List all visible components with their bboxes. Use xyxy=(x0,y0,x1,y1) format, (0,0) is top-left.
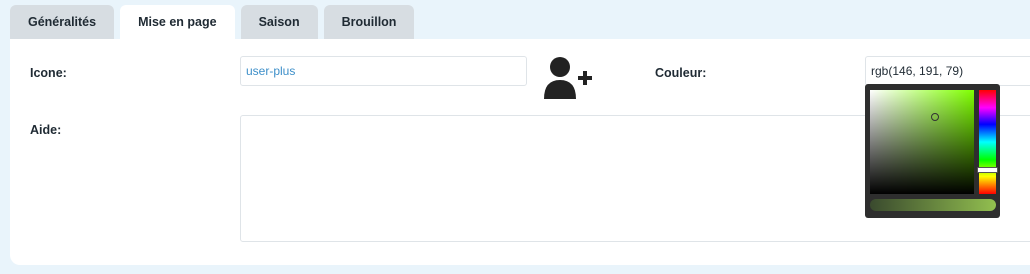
saturation-value-area[interactable] xyxy=(870,90,974,194)
hue-slider-handle[interactable] xyxy=(977,167,998,173)
tab-bar: Généralités Mise en page Saison Brouillo… xyxy=(10,5,420,39)
hue-slider[interactable] xyxy=(979,90,996,194)
help-label: Aide: xyxy=(30,123,62,137)
color-picker-popup xyxy=(865,84,1000,218)
color-label: Couleur: xyxy=(655,66,707,80)
tab-brouillon[interactable]: Brouillon xyxy=(323,5,415,39)
icon-label: Icone: xyxy=(30,66,67,80)
color-input[interactable] xyxy=(865,56,1030,86)
tab-mise-en-page[interactable]: Mise en page xyxy=(120,5,235,39)
tab-saison[interactable]: Saison xyxy=(240,5,318,39)
icon-input[interactable] xyxy=(240,56,527,86)
user-plus-icon xyxy=(544,57,592,99)
saturation-cursor[interactable] xyxy=(931,113,939,121)
layout-panel: Icone: Couleur: Aide: xyxy=(10,39,1030,265)
tab-generalites[interactable]: Généralités xyxy=(10,5,115,39)
alpha-slider[interactable] xyxy=(870,199,996,211)
